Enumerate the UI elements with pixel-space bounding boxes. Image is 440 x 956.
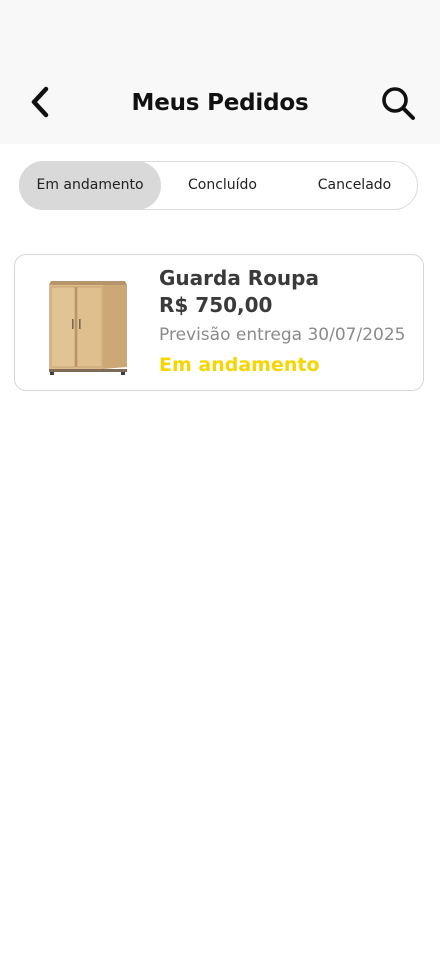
wardrobe-icon [49,281,127,375]
product-price: R$ 750,00 [159,293,273,317]
product-name: Guarda Roupa [159,266,319,290]
app-header: Meus Pedidos [0,0,440,144]
status-badge: Em andamento [159,354,320,376]
tab-cancelado[interactable]: Cancelado [288,162,421,211]
search-button[interactable] [378,83,418,123]
search-icon [382,87,415,120]
order-card[interactable]: Guarda Roupa R$ 750,00 Previsão entrega … [14,254,424,391]
page-title: Meus Pedidos [131,90,309,116]
delivery-date: 30/07/2025 [307,325,406,345]
delivery-label: Previsão entrega [159,325,303,345]
tab-em-andamento[interactable]: Em andamento [19,161,161,210]
delivery-forecast: Previsão entrega 30/07/2025 [159,323,405,347]
tab-concluido[interactable]: Concluído [162,162,283,211]
order-status-tabs: Em andamento Concluído Cancelado [19,161,418,210]
